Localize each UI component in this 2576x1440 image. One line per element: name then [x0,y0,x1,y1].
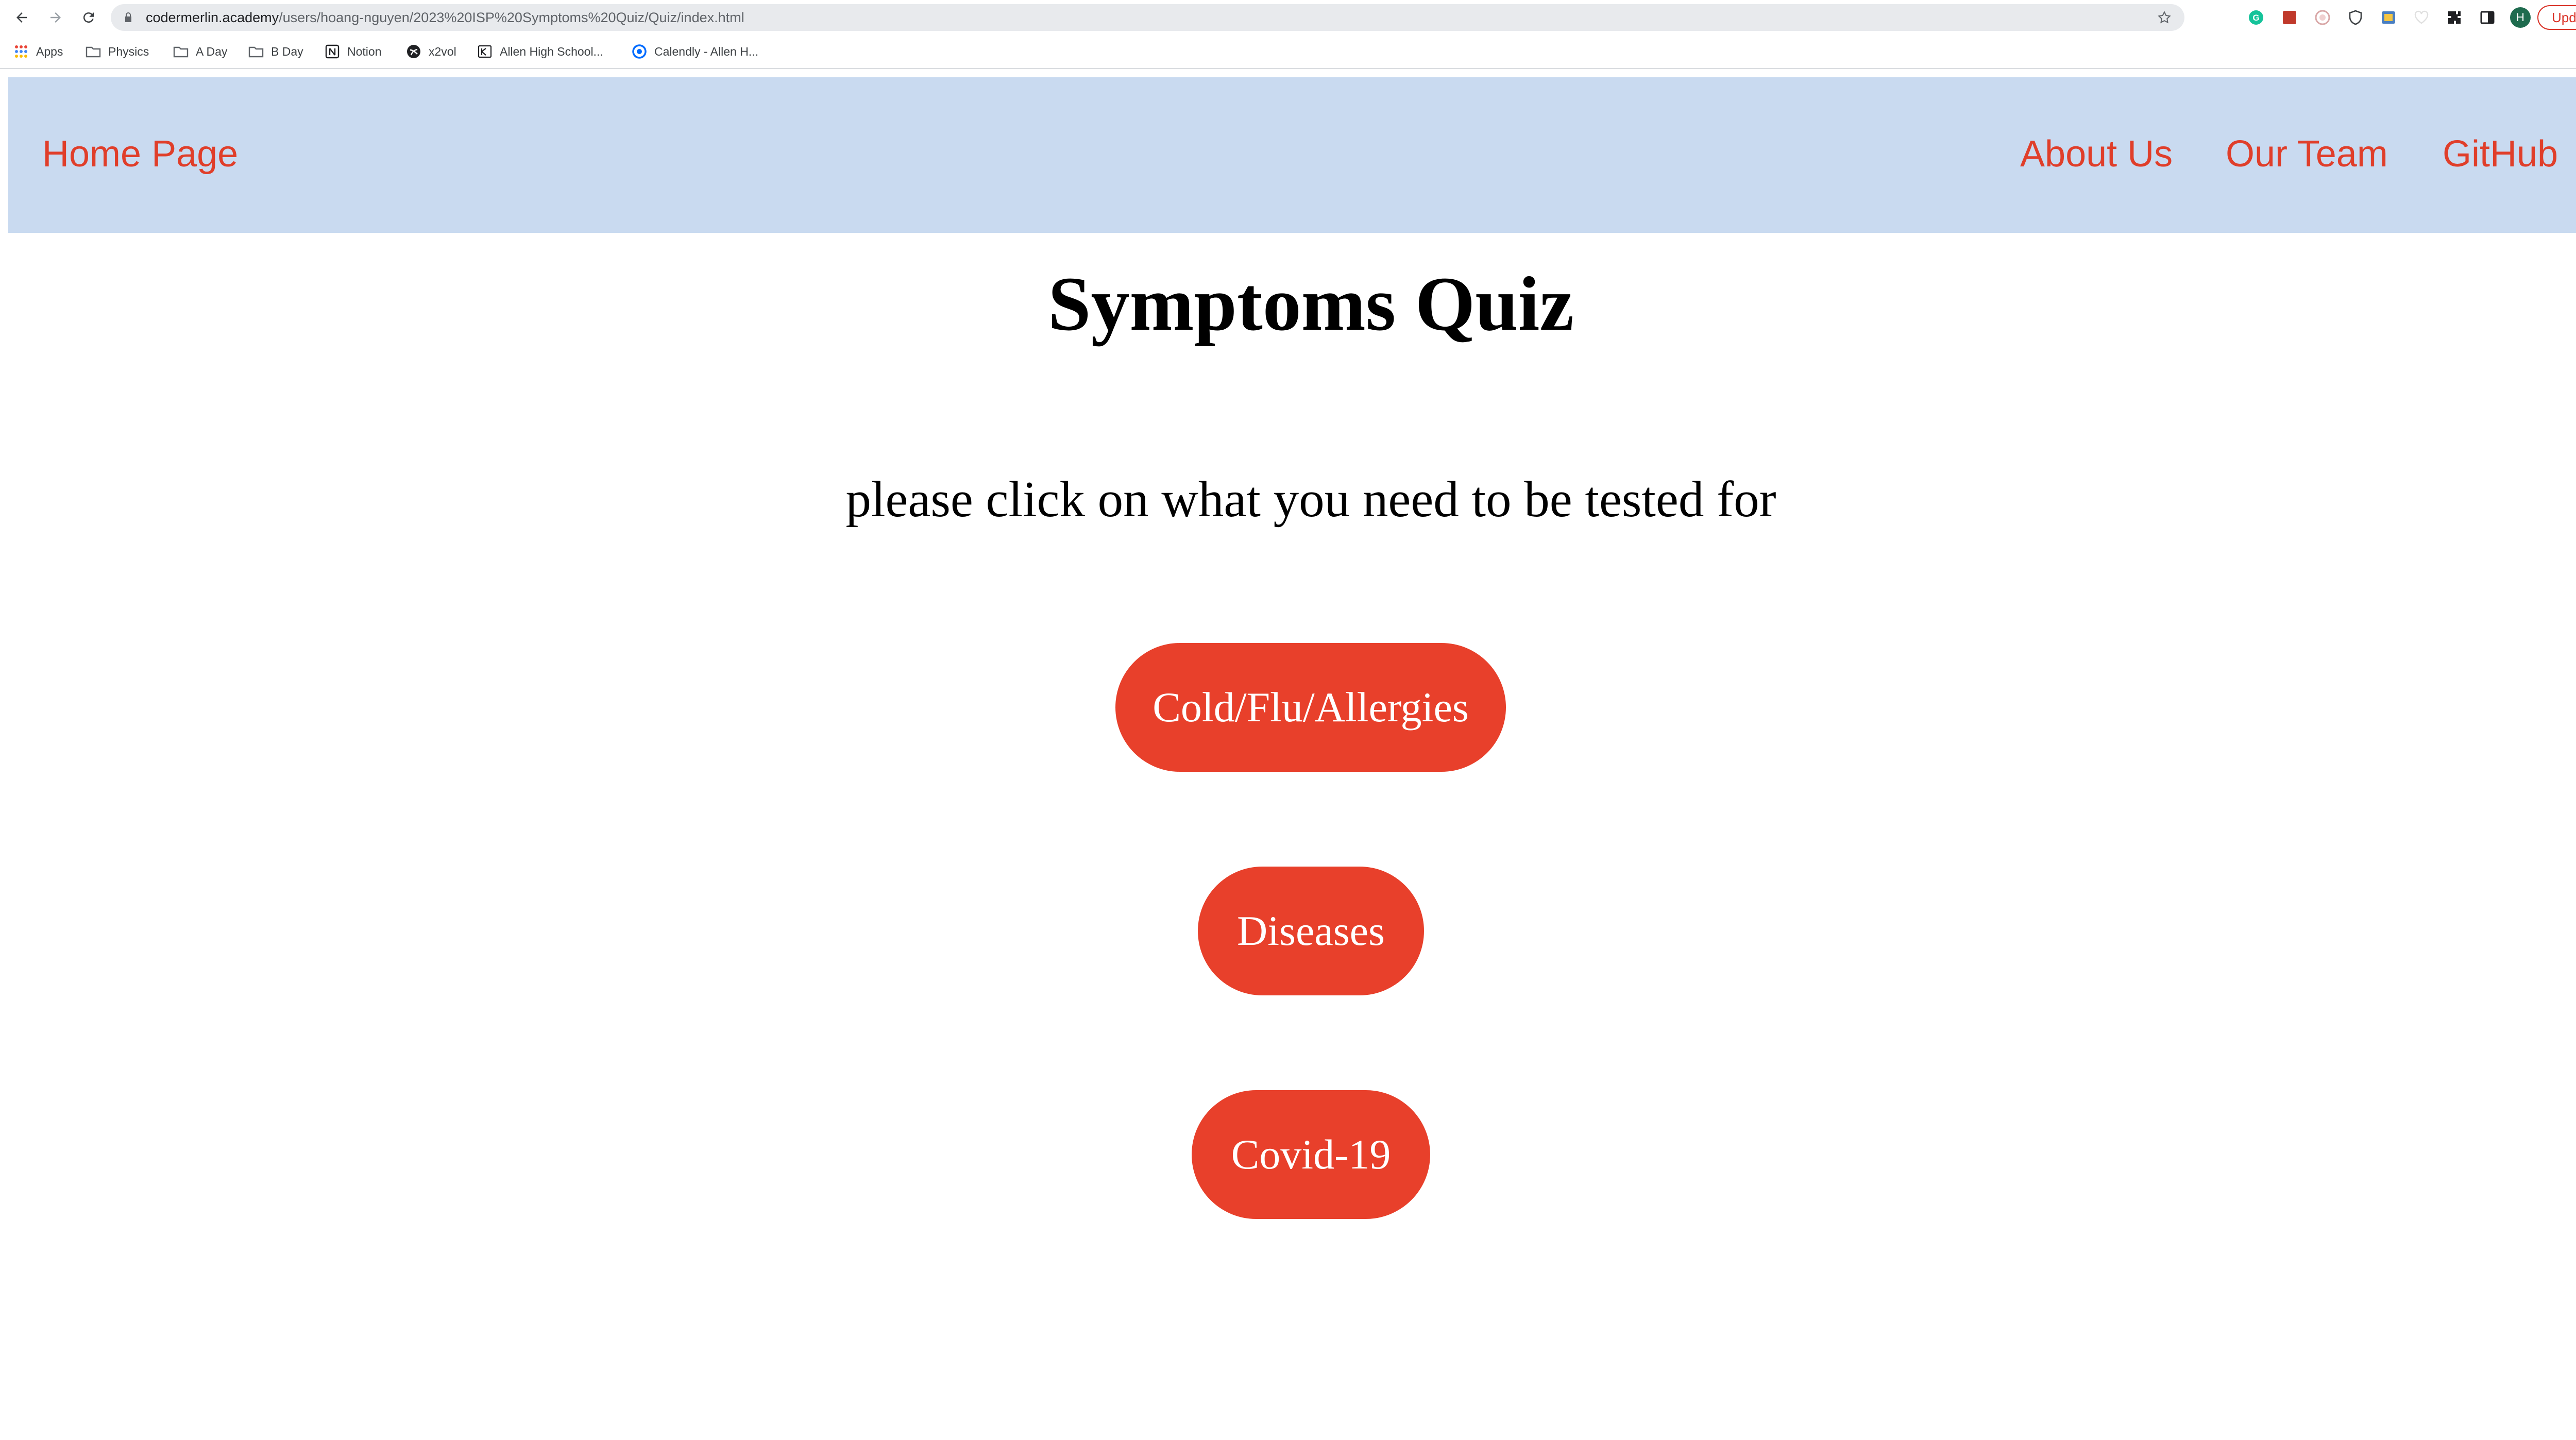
back-arrow-icon[interactable] [11,7,32,28]
profile-avatar[interactable]: H [2510,7,2531,28]
bookmark-label: A Day [196,44,228,58]
diseases-button[interactable]: Diseases [1198,867,1424,995]
folder-icon [173,46,189,58]
update-button[interactable]: Update ⋮ [2537,5,2576,30]
notion-icon [325,44,340,59]
nav-link-team[interactable]: Our Team [2226,131,2388,177]
bookmark-apps[interactable]: Apps [13,42,63,61]
bookmark-calendly[interactable]: Calendly - Allen H... [632,42,758,61]
nav-link-github[interactable]: GitHub [2443,131,2558,177]
allen-icon [478,45,492,58]
bookmark-label: Calendly - Allen H... [654,44,758,58]
bookmark-label: x2vol [429,44,456,58]
nav-link-home[interactable]: Home Page [42,131,238,177]
cold-flu-allergies-button[interactable]: Cold/Flu/Allergies [1115,643,1506,772]
folder-icon [86,46,101,58]
lock-icon[interactable] [122,11,134,24]
url-path: /users/hoang-nguyen/2023%20ISP%20Symptom… [279,10,744,25]
bookmark-label: Physics [108,44,149,58]
address-bar[interactable]: codermerlin.academy/users/hoang-nguyen/2… [111,4,2184,31]
bookmark-x2vol[interactable]: x2vol [406,42,456,61]
nav-link-about[interactable]: About Us [2020,131,2173,177]
side-panel-icon[interactable] [2479,9,2496,26]
covid-19-button[interactable]: Covid-19 [1192,1090,1430,1219]
browser-toolbar: codermerlin.academy/users/hoang-nguyen/2… [0,0,2576,35]
red-square-extension-icon[interactable] [2281,9,2298,26]
folder-icon [248,46,264,58]
bookmark-label: Apps [36,44,63,58]
heart-extension-icon[interactable] [2413,9,2430,26]
circle-extension-icon[interactable] [2314,9,2331,26]
page-title: Symptoms Quiz [1048,261,1574,347]
bookmark-star-icon[interactable] [2157,10,2172,25]
site-navbar: Home Page About Us Our Team GitHub [8,77,2576,233]
bookmark-physics[interactable]: Physics [86,42,149,61]
url-text: codermerlin.academy/users/hoang-nguyen/2… [146,10,744,25]
x2vol-icon [407,45,420,58]
update-label: Update [2552,9,2576,25]
calendly-icon [632,44,647,59]
grammarly-extension-icon[interactable]: G [2248,9,2264,26]
bookmark-a-day[interactable]: A Day [173,42,227,61]
photo-extension-icon[interactable] [2380,9,2397,26]
bookmark-label: Allen High School... [500,44,603,58]
instructions-text: please click on what you need to be test… [845,471,1776,528]
bookmarks-bar: Apps Physics A Day B Day Notion x2vol Al… [0,35,2576,69]
shield-extension-icon[interactable] [2347,9,2364,26]
bookmark-notion[interactable]: Notion [325,42,381,61]
puzzle-extensions-icon[interactable] [2446,9,2463,26]
bookmark-label: B Day [271,44,303,58]
bookmark-allen-high-school[interactable]: Allen High School... [477,42,603,61]
reload-icon[interactable] [78,7,99,28]
bookmark-label: Notion [347,44,382,58]
svg-text:G: G [2252,13,2259,23]
forward-arrow-icon[interactable] [45,7,66,28]
url-host: codermerlin.academy [146,10,279,25]
bookmark-b-day[interactable]: B Day [248,42,303,61]
apps-grid-icon [15,45,27,58]
